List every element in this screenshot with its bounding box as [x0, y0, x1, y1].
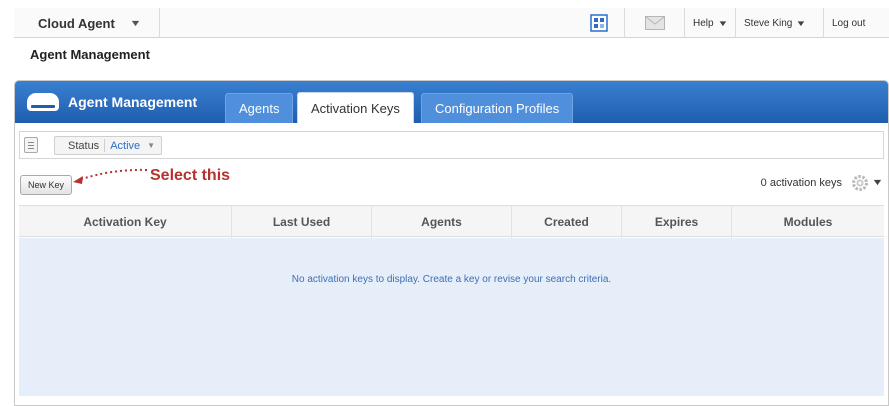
help-label: Help: [693, 17, 714, 29]
chevron-down-icon: ▼: [716, 18, 729, 28]
user-menu[interactable]: Steve King ▼: [735, 8, 823, 38]
tab-activation-keys[interactable]: Activation Keys: [297, 92, 414, 123]
chevron-down-icon: ▼: [128, 18, 142, 28]
divider: [104, 139, 106, 152]
empty-state-message: No activation keys to display. Create a …: [291, 274, 612, 285]
agent-management-panel: Agent Management Agents Activation Keys …: [14, 80, 889, 406]
column-modules[interactable]: Modules: [731, 206, 884, 238]
status-filter-label: Status: [68, 139, 100, 152]
table-body: No activation keys to display. Create a …: [19, 238, 884, 396]
filter-bar: Status Active ▼: [19, 131, 884, 159]
status-filter[interactable]: Status Active ▼: [54, 136, 163, 155]
logout-link[interactable]: Log out: [823, 8, 885, 38]
cloud-agent-logo-icon: [27, 93, 59, 111]
help-menu[interactable]: Help ▼: [684, 8, 735, 38]
top-bar: Cloud Agent ▼ Help ▼ Steve King ▼ Log ou…: [14, 8, 889, 38]
app-grid-icon[interactable]: [574, 8, 624, 38]
activation-key-count: 0 activation keys: [760, 177, 842, 189]
page-title: Agent Management: [30, 47, 150, 62]
column-agents[interactable]: Agents: [371, 206, 511, 238]
tab-configuration-profiles[interactable]: Configuration Profiles: [421, 93, 574, 123]
column-created[interactable]: Created: [511, 206, 621, 238]
tab-agents[interactable]: Agents: [225, 93, 294, 123]
mail-icon[interactable]: [624, 8, 684, 38]
filter-panel-toggle-icon[interactable]: [24, 137, 38, 153]
status-filter-value: Active: [110, 139, 141, 152]
gear-icon[interactable]: [852, 175, 868, 191]
chevron-down-icon[interactable]: ▼: [871, 177, 883, 187]
table-header: Activation Key Last Used Agents Created …: [19, 205, 884, 238]
chevron-down-icon: ▼: [147, 141, 156, 150]
chevron-down-icon: ▼: [795, 18, 807, 28]
annotation-label: Select this: [150, 167, 231, 184]
logout-label: Log out: [832, 17, 866, 29]
column-expires[interactable]: Expires: [621, 206, 731, 238]
column-last-used[interactable]: Last Used: [231, 206, 371, 238]
app-switcher[interactable]: Cloud Agent ▼: [14, 8, 160, 38]
user-name: Steve King: [744, 17, 793, 29]
brand-title: Agent Management: [68, 94, 198, 110]
column-activation-key[interactable]: Activation Key: [19, 206, 231, 238]
app-name: Cloud Agent: [38, 15, 115, 31]
brand: Agent Management: [27, 93, 197, 111]
annotation-arrow-icon: [73, 168, 148, 184]
new-key-button[interactable]: New Key: [20, 175, 72, 195]
panel-header: Agent Management Agents Activation Keys …: [15, 81, 888, 123]
